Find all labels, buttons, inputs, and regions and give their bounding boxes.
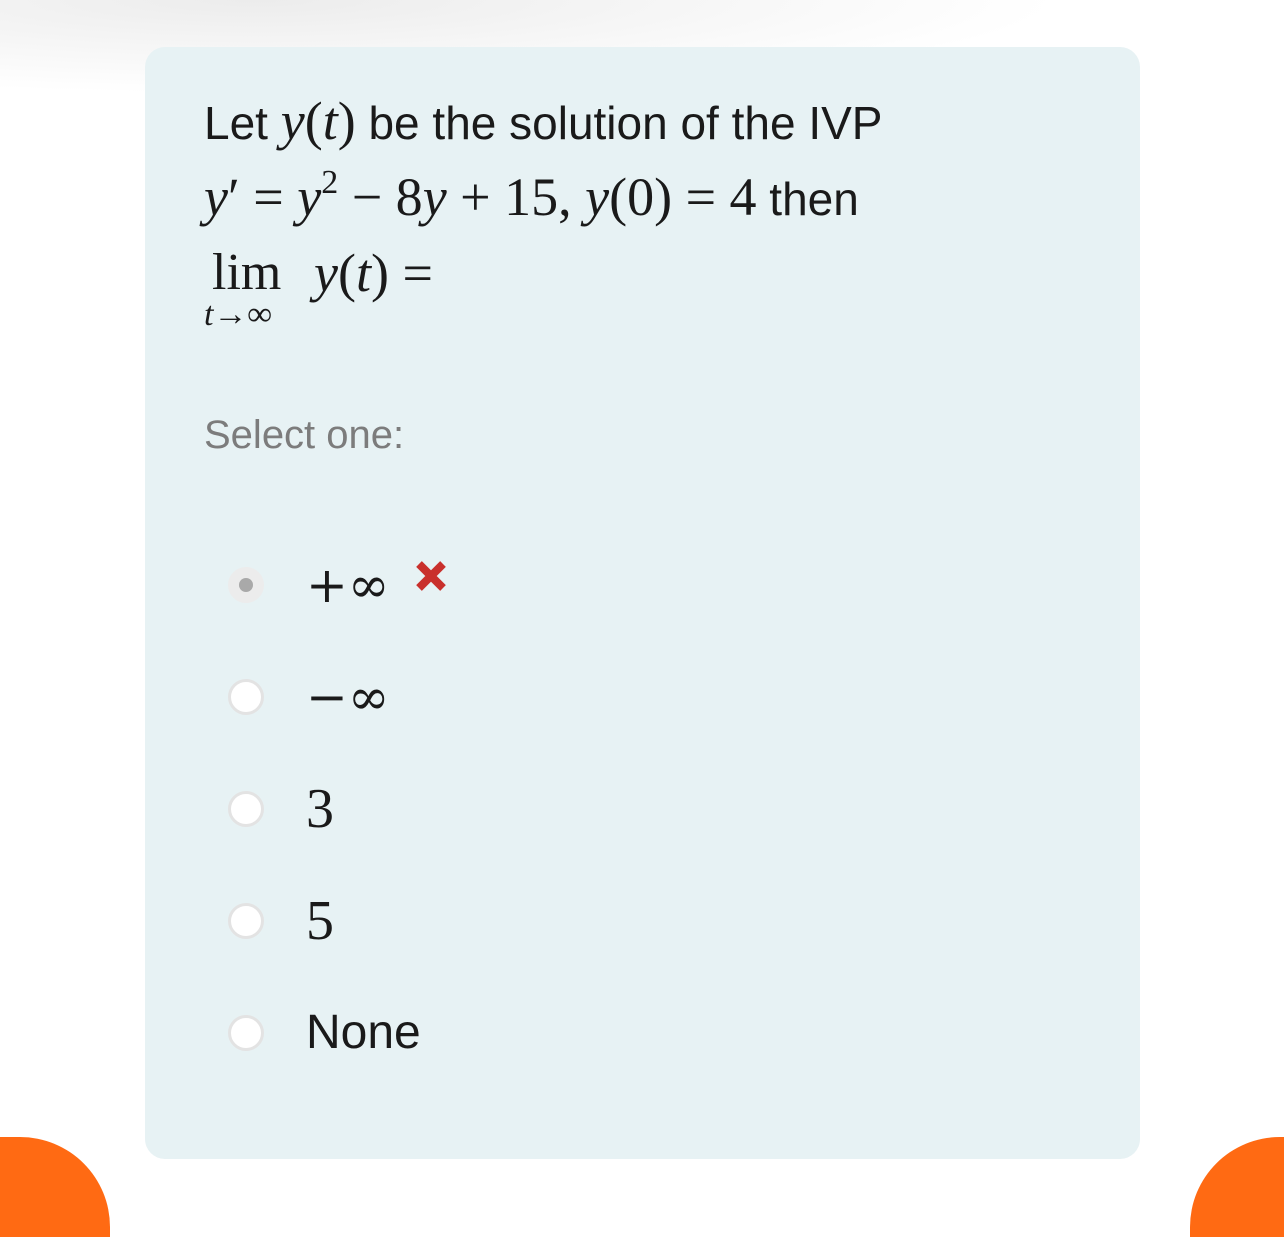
select-one-prompt: Select one: (204, 413, 405, 457)
math-lim: lim (212, 244, 282, 301)
question-text: Let y(t) be the solution of the IVP y′ =… (204, 91, 1104, 333)
orange-corner-decoration-right (1190, 1137, 1284, 1237)
math-t: t (322, 91, 338, 151)
cross-icon (414, 559, 448, 598)
math-paren-close: ) (370, 243, 389, 303)
math-y: y (422, 167, 447, 227)
math-exponent: 2 (321, 164, 339, 201)
answer-label: −∞ (306, 668, 390, 726)
answer-label: 5 (306, 890, 334, 952)
math-minus-term: − 8 (338, 167, 423, 227)
math-plus-term: + 15, (446, 167, 586, 227)
radio-button[interactable] (228, 791, 264, 827)
math-equals: = (388, 243, 433, 303)
math-paren-close: ) (337, 91, 356, 151)
math-y: y (280, 91, 305, 151)
radio-button[interactable] (228, 1015, 264, 1051)
math-y: y (314, 243, 338, 303)
radio-button-selected[interactable] (228, 567, 264, 603)
question-line-2: y′ = y2 − 8y + 15, y(0) = 4 then (204, 164, 1104, 243)
radio-button[interactable] (228, 903, 264, 939)
math-equals-four: = 4 (672, 167, 757, 227)
orange-corner-decoration-left (0, 1137, 110, 1237)
answer-label: +∞ (306, 556, 390, 614)
answer-options: +∞ −∞ 3 5 None (228, 559, 448, 1119)
math-paren-open: ( (304, 91, 323, 151)
answer-option-5[interactable]: 5 (228, 890, 448, 1007)
answer-label: 3 (306, 778, 334, 840)
answer-option-plus-infinity[interactable]: +∞ (228, 559, 448, 671)
math-y: y (204, 167, 228, 227)
question-line-1: Let y(t) be the solution of the IVP (204, 91, 1104, 167)
answer-option-none[interactable]: None (228, 1007, 448, 1119)
math-lim-subscript: t→∞ (204, 296, 272, 333)
math-limit: lim t→∞ (204, 243, 314, 333)
math-equals: = (239, 167, 298, 227)
math-initial-value: (0) (609, 167, 673, 227)
question-text-let: Let (204, 97, 281, 149)
radio-button[interactable] (228, 679, 264, 715)
question-card: Let y(t) be the solution of the IVP y′ =… (145, 47, 1140, 1159)
question-line-3: lim t→∞ y(t) = (204, 243, 1104, 333)
answer-label: None (306, 1006, 421, 1059)
question-text-ivp: be the solution of the IVP (355, 97, 883, 149)
question-text-then: then (756, 173, 859, 225)
answer-option-3[interactable]: 3 (228, 778, 448, 895)
math-paren-open: ( (337, 243, 356, 303)
math-y: y (297, 167, 322, 227)
math-y: y (585, 167, 610, 227)
math-prime: ′ (227, 167, 240, 227)
math-t: t (355, 243, 371, 303)
answer-option-minus-infinity[interactable]: −∞ (228, 671, 448, 783)
